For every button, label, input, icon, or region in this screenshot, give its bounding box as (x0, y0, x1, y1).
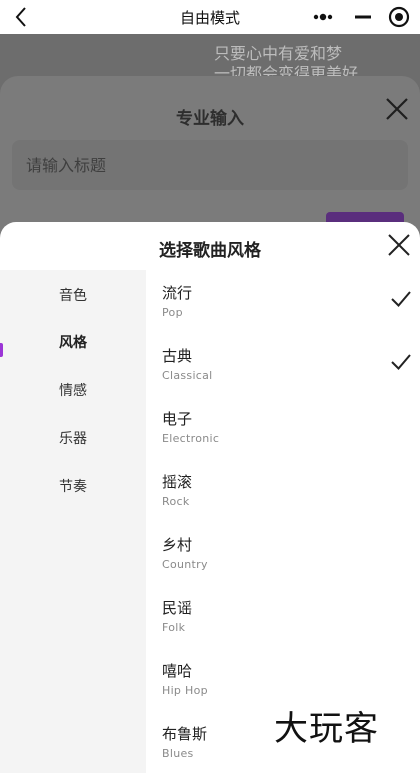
option-name: 布鲁斯 (162, 725, 208, 743)
pro-input-title: 专业输入 (176, 109, 244, 129)
sidebar-item-rhythm[interactable]: 节奏 (0, 475, 146, 499)
option-english-name: Blues (162, 747, 194, 760)
lyric-line: 只要心中有爱和梦 (214, 44, 343, 63)
option-english-name: Hip Hop (162, 684, 208, 697)
close-target-icon[interactable] (384, 2, 414, 32)
mini-program-capsule (302, 2, 414, 32)
option-english-name: Electronic (162, 432, 220, 445)
style-option[interactable]: 流行 Pop (146, 270, 420, 328)
option-name: 摇滚 (162, 473, 193, 491)
style-option[interactable]: 古典 Classical (146, 333, 420, 391)
option-english-name: Classical (162, 369, 213, 382)
check-icon (391, 291, 411, 307)
style-option[interactable]: 乡村 Country (146, 522, 420, 580)
option-name: 古典 (162, 347, 193, 365)
option-english-name: Country (162, 558, 208, 571)
minimize-icon[interactable] (348, 2, 378, 32)
option-english-name: Pop (162, 306, 183, 319)
check-icon (391, 354, 411, 370)
style-option[interactable]: 嘻哈 Hip Hop (146, 648, 420, 706)
option-name: 流行 (162, 284, 193, 302)
option-name: 电子 (162, 410, 193, 428)
style-option[interactable]: 摇滚 Rock (146, 459, 420, 517)
title-input-wrapper (12, 140, 408, 190)
navigation-bar: 自由模式 (0, 0, 420, 34)
more-options-icon[interactable] (308, 2, 338, 32)
option-name: 嘻哈 (162, 662, 193, 680)
option-name: 乡村 (162, 536, 193, 554)
sidebar-item-timbre[interactable]: 音色 (0, 284, 146, 308)
option-english-name: Folk (162, 621, 186, 634)
option-name: 民谣 (162, 599, 193, 617)
title-input[interactable] (12, 140, 408, 190)
sidebar-item-instrument[interactable]: 乐器 (0, 427, 146, 451)
category-sidebar: 音色 风格 情感 乐器 节奏 (0, 270, 146, 773)
option-english-name: Rock (162, 495, 190, 508)
sheet-title: 选择歌曲风格 (159, 241, 261, 261)
style-selection-sheet: 选择歌曲风格 音色 风格 情感 乐器 节奏 流行 Pop 古典 Classica… (0, 222, 420, 773)
sidebar-item-emotion[interactable]: 情感 (0, 379, 146, 403)
style-option[interactable]: 电子 Electronic (146, 396, 420, 454)
close-icon[interactable] (384, 96, 410, 122)
sidebar-item-style[interactable]: 风格 (0, 331, 146, 355)
style-option-list: 流行 Pop 古典 Classical 电子 Electronic 摇滚 Roc… (146, 270, 420, 773)
style-option[interactable]: 民谣 Folk (146, 585, 420, 643)
close-icon[interactable] (386, 232, 412, 258)
watermark-logo: 大玩客 (274, 709, 379, 749)
